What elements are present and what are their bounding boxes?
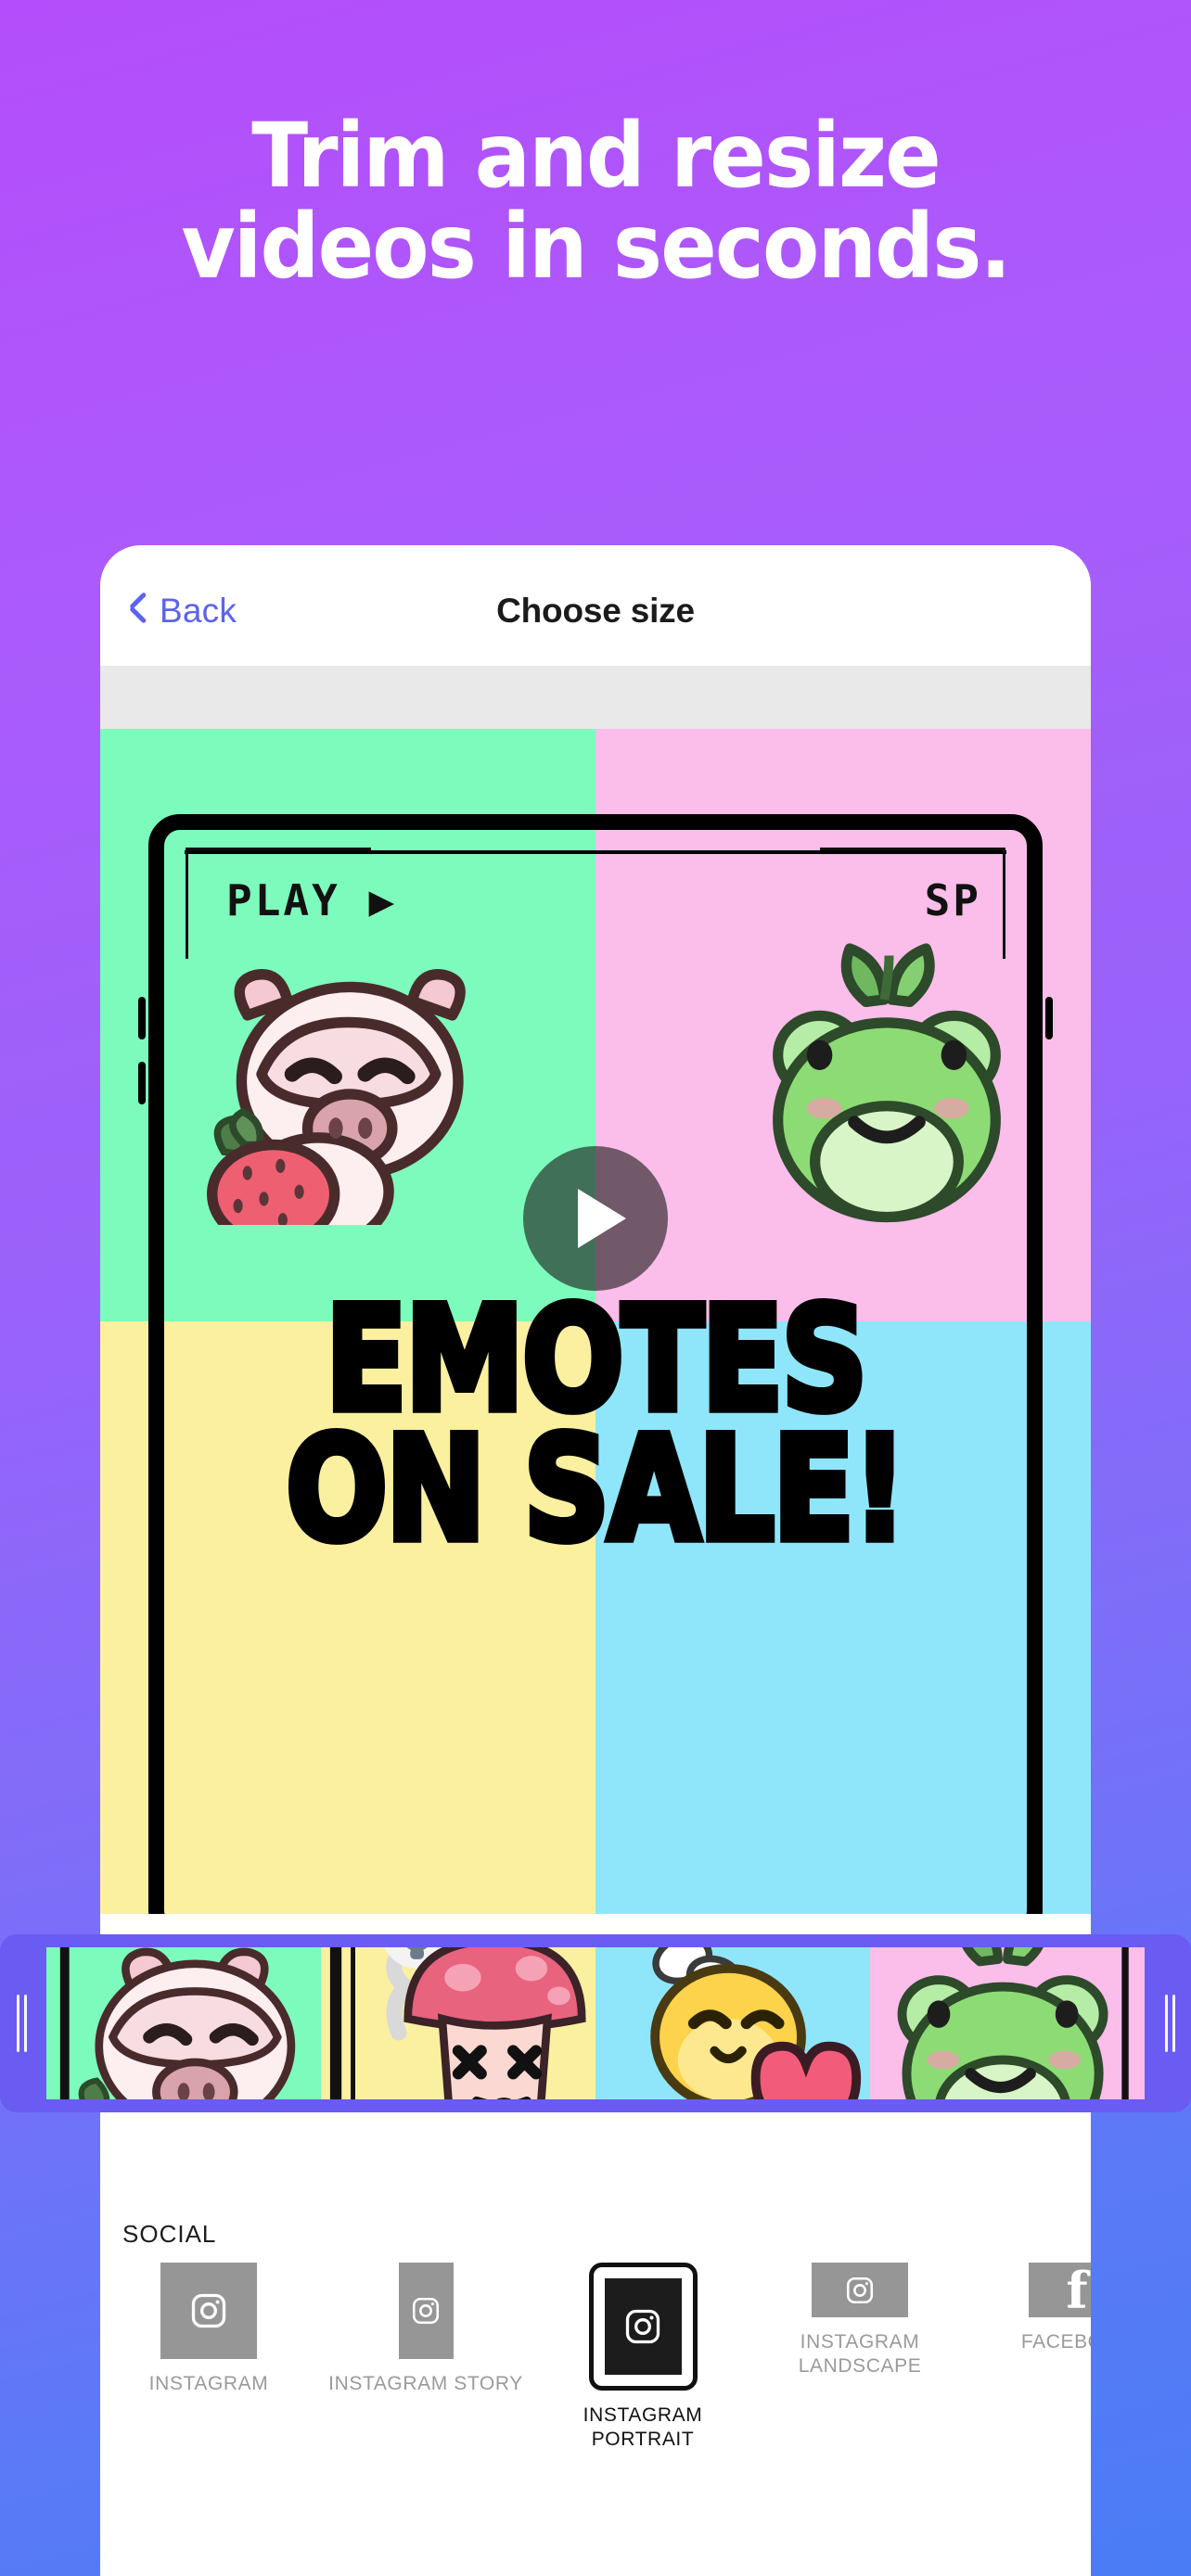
thumb-mushroom-skull: [321, 1947, 596, 2099]
preset-caption: INSTAGRAM PORTRAIT: [583, 2404, 703, 2451]
size-presets-sheet: SOCIAL INSTAGRAM INSTAGRAM STORY INSTAGR…: [100, 2194, 1091, 2576]
page-title: Trim and resize videos in seconds.: [42, 104, 1149, 299]
preset-instagram[interactable]: INSTAGRAM: [100, 2263, 317, 2396]
preset-instagram-story[interactable]: INSTAGRAM STORY: [317, 2263, 534, 2396]
thumb-chick-heart: [596, 1947, 870, 2099]
preset-caption: FACEBOOK: [1020, 2331, 1091, 2353]
video-headline-line-2: ON SALE!: [283, 1406, 911, 1574]
app-nav-bar: Back Choose size: [100, 545, 1091, 666]
pixel-label-sp: SP: [924, 875, 981, 925]
instagram-icon: [412, 2297, 440, 2325]
preset-caption: INSTAGRAM LANDSCAPE: [798, 2331, 922, 2378]
preset-thumb-selected: [588, 2263, 698, 2391]
instagram-icon: [625, 2309, 660, 2344]
thumb-cow-strawberry: [46, 1947, 321, 2099]
preset-facebook[interactable]: f FACEBOOK: [968, 2263, 1091, 2354]
promo-screenshot: Trim and resize videos in seconds. Back …: [0, 0, 1191, 2576]
preset-instagram-landscape[interactable]: INSTAGRAM LANDSCAPE: [751, 2263, 968, 2379]
preset-list[interactable]: INSTAGRAM INSTAGRAM STORY INSTAGRAM PORT…: [100, 2263, 1091, 2453]
section-label-social: SOCIAL: [122, 2220, 217, 2248]
video-timeline[interactable]: [0, 1934, 1191, 2112]
preset-thumb: [160, 2263, 257, 2359]
preset-instagram-portrait[interactable]: INSTAGRAM PORTRAIT: [534, 2263, 751, 2453]
play-triangle-icon: [578, 1189, 626, 1248]
facebook-icon: f: [1066, 2260, 1088, 2320]
preset-thumb: [398, 2263, 454, 2359]
timeline-frame[interactable]: [596, 1947, 870, 2099]
timeline-frame[interactable]: [870, 1947, 1145, 2099]
timeline-frame[interactable]: [46, 1947, 321, 2099]
preset-caption: INSTAGRAM STORY: [328, 2373, 523, 2394]
screen-title: Choose size: [496, 592, 695, 630]
timeline-frame[interactable]: [321, 1947, 596, 2099]
cow-mascot-sticker: [207, 969, 466, 1225]
preset-thumb: f: [1029, 2263, 1091, 2317]
phone-mockup: Back Choose size PLAY ▶ SP EMOTES ON SAL…: [100, 545, 1091, 2576]
frog-mascot-sticker: [773, 943, 1001, 1223]
thumb-frog-sprout: [870, 1947, 1145, 2099]
preset-thumb: [812, 2263, 908, 2317]
timeline-handle-left[interactable]: [0, 1944, 43, 2103]
timeline-handle-right[interactable]: [1148, 1944, 1191, 2103]
instagram-icon: [191, 2293, 226, 2328]
play-button[interactable]: [523, 1146, 668, 1291]
video-headline: EMOTES ON SALE!: [100, 1284, 1091, 1574]
video-preview[interactable]: PLAY ▶ SP EMOTES ON SALE!: [100, 729, 1091, 1914]
timeline-track[interactable]: [43, 1944, 1148, 2103]
pixel-label-play: PLAY ▶: [226, 875, 398, 925]
instagram-icon: [846, 2276, 874, 2303]
editor-toolbar-strip: [100, 666, 1091, 729]
preset-caption: INSTAGRAM: [148, 2373, 269, 2394]
headline-line-2: videos in seconds.: [181, 194, 1011, 299]
headline-line-1: Trim and resize: [251, 104, 941, 208]
